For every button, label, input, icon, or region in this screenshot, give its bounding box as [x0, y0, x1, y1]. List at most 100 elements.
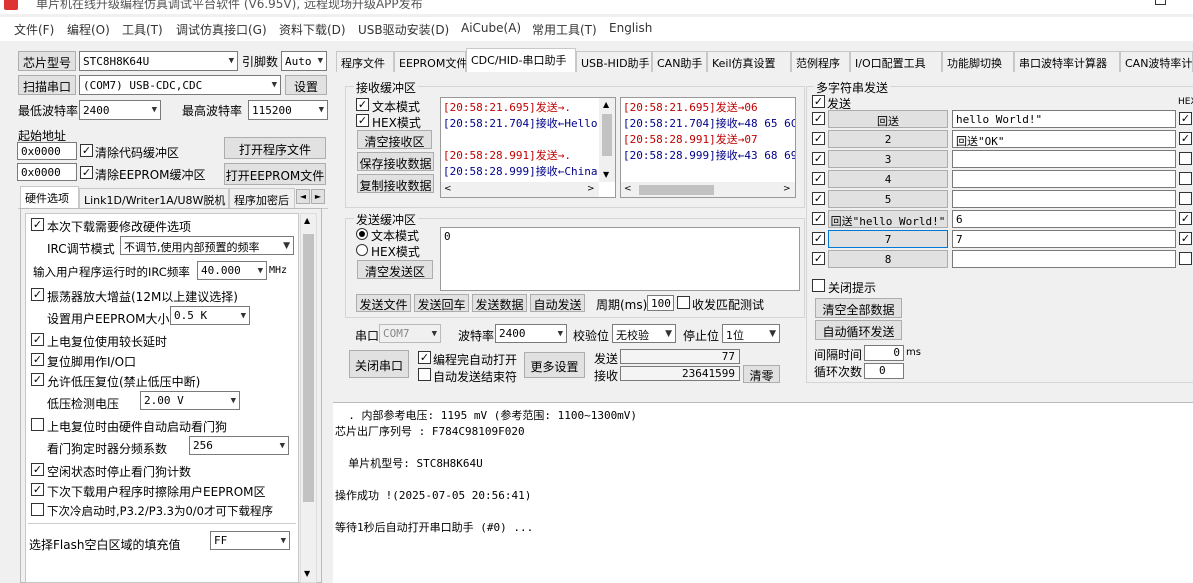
multi-send-all-checkbox[interactable]: ✓ — [812, 95, 825, 108]
irc-freq-select[interactable]: 40.000 ▼ — [197, 261, 267, 280]
low-volt-reset-checkbox[interactable]: ✓ — [31, 373, 44, 386]
chip-model-button[interactable]: 芯片型号 — [18, 51, 76, 71]
tab-hardware-options[interactable]: 硬件选项 — [20, 186, 79, 209]
tab-baud-calc[interactable]: 串口波特率计算器 — [1014, 51, 1120, 72]
multi-row-send-button[interactable]: 回送"hello World!" — [828, 210, 948, 228]
scroll-down-icon[interactable]: ▼ — [603, 170, 609, 179]
menu-common-tools[interactable]: 常用工具(T) — [532, 21, 597, 38]
receive-text-scrollbar[interactable]: ▲ ▼ — [599, 98, 615, 182]
open-eeprom-button[interactable]: 打开EEPROM文件 — [224, 163, 326, 185]
save-receive-button[interactable]: 保存接收数据 — [357, 152, 434, 171]
open-program-button[interactable]: 打开程序文件 — [224, 137, 326, 159]
multi-row-hex-checkbox[interactable]: ✓ — [1179, 132, 1192, 145]
tab-offline-writer[interactable]: Link1D/Writer1A/U8W脱机 — [79, 188, 229, 209]
start-address-input[interactable]: 0x0000 — [17, 142, 77, 160]
irc-mode-select[interactable]: 不调节,使用内部预置的频率 ▼ — [120, 236, 294, 255]
multi-row-checkbox[interactable]: ✓ — [812, 172, 825, 185]
watchdog-div-select[interactable]: 256 ▼ — [189, 436, 289, 455]
recv-hex-mode-checkbox[interactable]: ✓ — [356, 114, 369, 127]
send-textarea[interactable]: 0 — [440, 227, 800, 291]
multi-row-hex-checkbox[interactable] — [1179, 192, 1192, 205]
long-delay-checkbox[interactable]: ✓ — [31, 333, 44, 346]
multi-row-checkbox[interactable]: ✓ — [812, 112, 825, 125]
flash-fill-select[interactable]: FF ▼ — [210, 531, 290, 550]
scroll-thumb[interactable] — [303, 234, 314, 502]
multi-row-send-button[interactable]: 2 — [828, 130, 948, 148]
multi-row-send-button[interactable]: 3 — [828, 150, 948, 168]
multi-row-hex-checkbox[interactable] — [1179, 152, 1192, 165]
tab-can[interactable]: CAN助手 — [652, 51, 707, 72]
match-test-checkbox[interactable] — [677, 296, 690, 309]
pin-count-select[interactable]: Auto ▼ — [281, 51, 327, 71]
send-data-button[interactable]: 发送数据 — [472, 294, 527, 312]
idle-stop-wd-checkbox[interactable]: ✓ — [31, 463, 44, 476]
send-enter-button[interactable]: 发送回车 — [414, 294, 469, 312]
receive-text-hscroll[interactable]: < > — [441, 182, 599, 197]
multi-row-input[interactable] — [952, 150, 1176, 168]
multi-row-send-button[interactable]: 7 — [828, 230, 948, 248]
tab-scroll-right-icon[interactable]: ► — [311, 189, 325, 204]
multi-row-input[interactable]: 回送"OK" — [952, 130, 1176, 148]
multi-row-hex-checkbox[interactable]: ✓ — [1179, 112, 1192, 125]
modify-hw-checkbox[interactable]: ✓ — [31, 218, 44, 231]
tab-keil-sim[interactable]: Keil仿真设置 — [707, 51, 791, 72]
scroll-down-icon[interactable]: ▼ — [304, 569, 310, 578]
multi-row-input[interactable] — [952, 250, 1176, 268]
multi-row-input[interactable]: 6 — [952, 210, 1176, 228]
osc-gain-checkbox[interactable]: ✓ — [31, 288, 44, 301]
multi-row-send-button[interactable]: 8 — [828, 250, 948, 268]
port-select[interactable]: (COM7) USB-CDC,CDC ▼ — [79, 75, 281, 95]
parity-select[interactable]: 无校验 ▼ — [612, 324, 676, 343]
multi-row-input[interactable] — [952, 170, 1176, 188]
scroll-up-icon[interactable]: ▲ — [603, 100, 609, 109]
auto-send-button[interactable]: 自动发送 — [530, 294, 585, 312]
tab-program-file[interactable]: 程序文件 — [336, 51, 394, 72]
chip-model-select[interactable]: STC8H8K64U ▼ — [79, 51, 238, 71]
max-baud-select[interactable]: 115200 ▼ — [248, 100, 328, 120]
scroll-left-icon[interactable]: < — [444, 184, 452, 194]
clear-send-button[interactable]: 清空发送区 — [357, 260, 433, 279]
menu-file[interactable]: 文件(F) — [14, 21, 54, 38]
reset-io-checkbox[interactable]: ✓ — [31, 353, 44, 366]
menu-program[interactable]: 编程(O) — [67, 21, 110, 38]
eeprom-size-select[interactable]: 0.5 K ▼ — [170, 306, 250, 325]
multi-row-hex-checkbox[interactable]: ✓ — [1179, 212, 1192, 225]
multi-row-checkbox[interactable]: ✓ — [812, 152, 825, 165]
menu-aicube[interactable]: AiCube(A) — [461, 21, 521, 35]
multi-row-checkbox[interactable]: ✓ — [812, 252, 825, 265]
output-log[interactable]: . 内部参考电压: 1195 mV (参考范围: 1100~1300mV) 芯片出… — [333, 402, 1193, 583]
scan-port-button[interactable]: 扫描串口 — [18, 75, 76, 95]
options-scrollbar[interactable]: ▲ ▼ — [300, 213, 317, 583]
close-tip-checkbox[interactable] — [812, 279, 825, 292]
tab-can-baud[interactable]: CAN波特率计 — [1120, 51, 1193, 72]
multi-row-hex-checkbox[interactable] — [1179, 252, 1192, 265]
copy-receive-button[interactable]: 复制接收数据 — [357, 174, 434, 193]
period-input[interactable]: 100 — [647, 295, 674, 311]
menu-english[interactable]: English — [609, 21, 652, 35]
tab-examples[interactable]: 范例程序 — [791, 51, 850, 72]
eeprom-address-input[interactable]: 0x0000 — [17, 163, 77, 181]
clear-code-checkbox[interactable]: ✓ — [80, 144, 93, 157]
multi-row-send-button[interactable]: 回送 — [828, 110, 948, 128]
tab-pin-switch[interactable]: 功能脚切换 — [942, 51, 1014, 72]
loop-count-input[interactable]: 0 — [864, 363, 904, 379]
settings-button[interactable]: 设置 — [285, 75, 327, 95]
tab-usb-hid[interactable]: USB-HID助手 — [576, 51, 652, 72]
multi-row-checkbox[interactable]: ✓ — [812, 232, 825, 245]
scroll-right-icon[interactable]: > — [783, 184, 791, 194]
tab-scroll-left-icon[interactable]: ◄ — [296, 189, 310, 204]
maximize-icon[interactable] — [1155, 0, 1166, 5]
stop-bits-select[interactable]: 1位 ▼ — [722, 324, 780, 343]
clear-eeprom-checkbox[interactable]: ✓ — [80, 166, 93, 179]
auto-open-checkbox[interactable]: ✓ — [418, 351, 431, 364]
serial-port-select[interactable]: COM7 ▼ — [379, 324, 441, 343]
watchdog-checkbox[interactable] — [31, 418, 44, 431]
clear-receive-button[interactable]: 清空接收区 — [357, 130, 432, 149]
multi-row-input[interactable]: hello World!" — [952, 110, 1176, 128]
multi-row-checkbox[interactable]: ✓ — [812, 132, 825, 145]
multi-row-checkbox[interactable]: ✓ — [812, 192, 825, 205]
menu-debug[interactable]: 调试仿真接口(G) — [176, 21, 267, 38]
receive-hex-hscroll[interactable]: < > — [621, 182, 795, 197]
multi-row-input[interactable]: 7 — [952, 230, 1176, 248]
baud-select[interactable]: 2400 ▼ — [495, 324, 567, 343]
